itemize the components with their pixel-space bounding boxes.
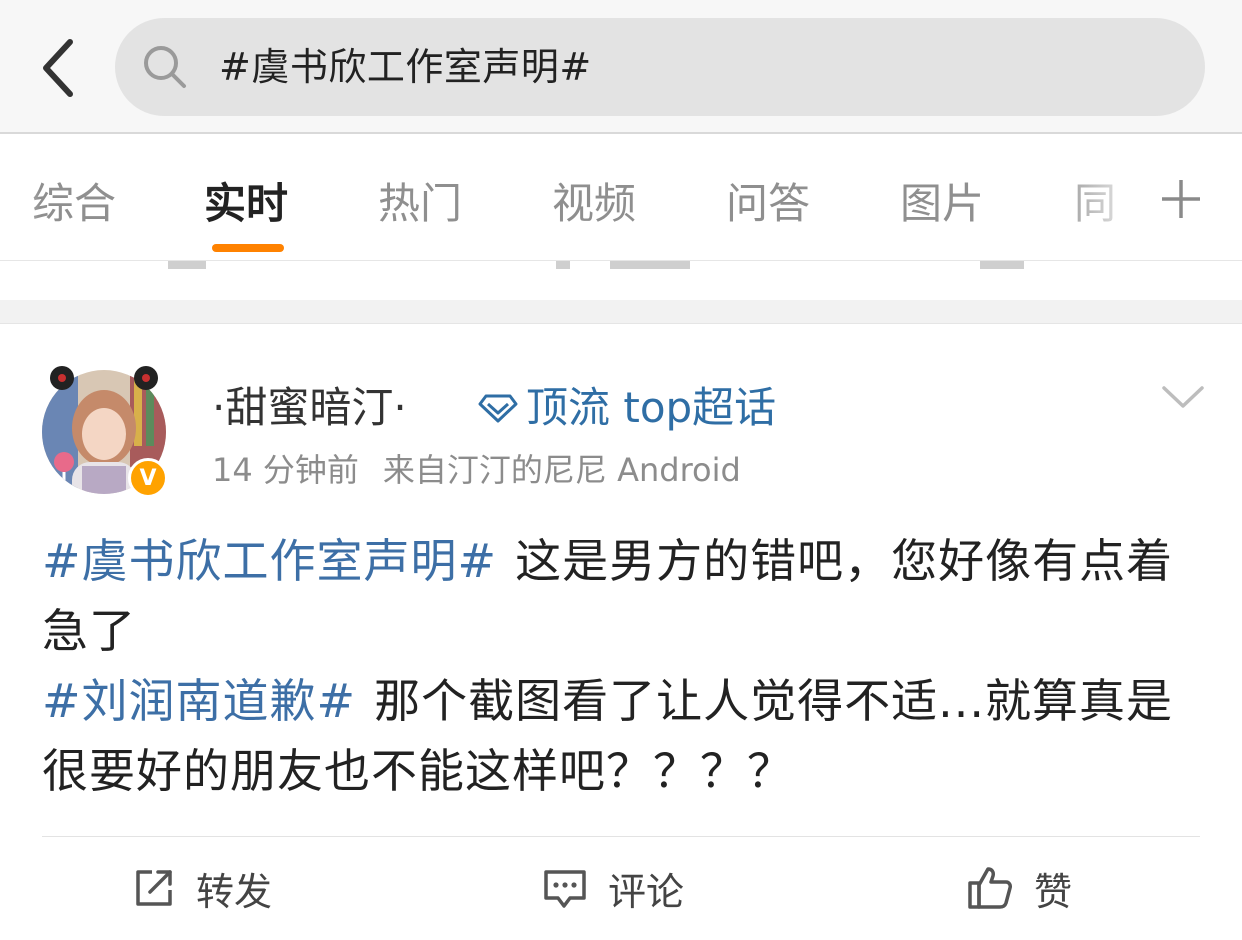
- action-divider: [42, 836, 1200, 837]
- tab-fade-right: [1060, 166, 1150, 246]
- back-chevron-icon: [43, 39, 73, 97]
- like-button[interactable]: 赞: [966, 858, 1072, 918]
- ghost-text: [610, 261, 690, 269]
- hashtag-link[interactable]: #刘润南道歉#: [42, 674, 356, 728]
- tab-hot[interactable]: 热门: [378, 174, 462, 234]
- post-paragraph: #刘润南道歉# 那个截图看了让人觉得不适...就算真是很要好的朋友也不能这样吧？？…: [42, 666, 1202, 806]
- like-icon: [968, 867, 1012, 909]
- hashtag-link[interactable]: #虞书欣工作室声明#: [42, 534, 497, 588]
- search-input[interactable]: #虞书欣工作室声明#: [115, 18, 1205, 116]
- ghost-icon: [980, 261, 1024, 269]
- post-paragraph: #虞书欣工作室声明# 这是男方的错吧，您好像有点着急了: [42, 526, 1202, 666]
- supertopic-label: 顶流 top超话: [526, 383, 777, 432]
- comment-label: 评论: [608, 869, 685, 914]
- tab-images[interactable]: 图片: [900, 174, 984, 234]
- post-time: 14 分钟前: [212, 451, 359, 489]
- verified-badge: V: [128, 458, 168, 498]
- like-label: 赞: [1034, 869, 1073, 914]
- chevron-down-icon[interactable]: [1160, 380, 1206, 414]
- tab-realtime[interactable]: 实时: [204, 174, 288, 234]
- post-username[interactable]: ·甜蜜暗汀·: [212, 378, 407, 438]
- tab-qa[interactable]: 问答: [726, 174, 810, 234]
- comment-button[interactable]: 评论: [542, 858, 684, 918]
- post-content: #虞书欣工作室声明# 这是男方的错吧，您好像有点着急了 #刘润南道歉# 那个截图看了…: [42, 526, 1202, 806]
- ghost-icon: [168, 261, 206, 269]
- previous-card-remnant: [0, 260, 1242, 300]
- supertopic-link[interactable]: 顶流 top超话: [478, 378, 776, 438]
- post-meta: 14 分钟前 来自汀汀的尼尼 Android: [212, 448, 741, 492]
- card-separator: [0, 300, 1242, 324]
- tab-fade-left: [0, 166, 40, 246]
- tab-video[interactable]: 视频: [552, 174, 636, 234]
- post-source: 来自汀汀的尼尼 Android: [382, 451, 741, 489]
- ghost-icon: [556, 261, 570, 269]
- tab-comprehensive[interactable]: 综合: [32, 174, 116, 234]
- back-button[interactable]: [28, 30, 88, 106]
- tab-bar: 综合 实时 热门 视频 问答 图片 同: [0, 136, 1242, 260]
- repost-icon: [136, 870, 172, 906]
- top-bar: #虞书欣工作室声明#: [0, 0, 1242, 134]
- plus-icon[interactable]: [1158, 176, 1204, 222]
- search-icon: [144, 46, 186, 88]
- repost-button[interactable]: 转发: [132, 858, 272, 918]
- diamond-icon: [478, 394, 518, 423]
- active-tab-indicator: [212, 244, 284, 252]
- comment-icon: [544, 870, 586, 908]
- repost-label: 转发: [196, 869, 273, 914]
- search-query[interactable]: #虞书欣工作室声明#: [219, 18, 592, 116]
